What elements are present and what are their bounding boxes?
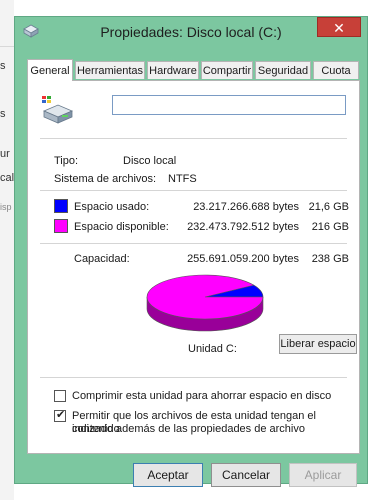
disk-usage-pie-chart <box>146 274 264 332</box>
capacity-size: 238 GB <box>311 253 349 265</box>
disk-cleanup-button[interactable]: Liberar espacio <box>279 334 357 354</box>
background-text: s <box>0 60 6 72</box>
tab-hardware[interactable]: Hardware <box>147 61 199 79</box>
background-text: cal <box>0 172 15 184</box>
capacity-label: Capacidad: <box>74 253 130 265</box>
background-text: isp <box>0 202 12 212</box>
filesystem-value: NTFS <box>168 173 197 185</box>
index-label-continued: indizado además de las propiedades de ar… <box>72 423 305 435</box>
close-button[interactable]: ✕ <box>317 17 361 37</box>
tab-general[interactable]: General <box>27 59 73 81</box>
free-space-size: 216 GB <box>311 221 349 233</box>
general-panel: Tipo: Disco local Sistema de archivos: N… <box>27 80 360 454</box>
properties-dialog: Propiedades: Disco local (C:) ✕ General … <box>14 16 368 487</box>
compress-checkbox[interactable] <box>54 390 66 402</box>
free-space-bytes: 232.473.792.512 bytes <box>187 221 299 233</box>
divider <box>40 138 347 139</box>
type-label: Tipo: <box>54 155 79 167</box>
title-bar[interactable]: Propiedades: Disco local (C:) ✕ <box>15 17 367 47</box>
accept-button[interactable]: Aceptar <box>133 463 203 487</box>
background-text: s <box>0 108 6 120</box>
window-title: Propiedades: Disco local (C:) <box>100 24 282 40</box>
background-window <box>0 0 14 500</box>
used-space-size: 21,6 GB <box>308 201 349 213</box>
drive-label: Unidad C: <box>188 343 237 355</box>
used-space-swatch <box>54 199 68 213</box>
filesystem-label: Sistema de archivos: <box>54 173 157 185</box>
capacity-bytes: 255.691.059.200 bytes <box>187 253 299 265</box>
apply-button[interactable]: Aplicar <box>289 463 357 487</box>
index-checkbox[interactable]: ✔ <box>54 409 66 422</box>
tab-compartir[interactable]: Compartir <box>201 61 253 79</box>
drive-name-input[interactable] <box>112 95 346 115</box>
free-space-label: Espacio disponible: <box>74 221 169 233</box>
pie-slice-free <box>146 274 264 320</box>
used-space-label: Espacio usado: <box>74 201 150 213</box>
divider <box>40 190 347 191</box>
divider <box>40 243 347 244</box>
checkmark-icon: ✔ <box>56 409 66 421</box>
background-divider <box>0 46 14 47</box>
background-text: ur <box>0 148 10 160</box>
free-space-swatch <box>54 219 68 233</box>
tab-cuota[interactable]: Cuota <box>313 61 359 79</box>
hard-drive-icon <box>42 96 74 124</box>
type-value: Disco local <box>123 155 177 167</box>
tab-seguridad[interactable]: Seguridad <box>255 61 311 79</box>
divider <box>40 377 347 378</box>
tab-herramientas[interactable]: Herramientas <box>75 61 145 79</box>
used-space-bytes: 23.217.266.688 bytes <box>193 201 299 213</box>
compress-label: Comprimir esta unidad para ahorrar espac… <box>72 390 332 402</box>
cancel-button[interactable]: Cancelar <box>211 463 281 487</box>
